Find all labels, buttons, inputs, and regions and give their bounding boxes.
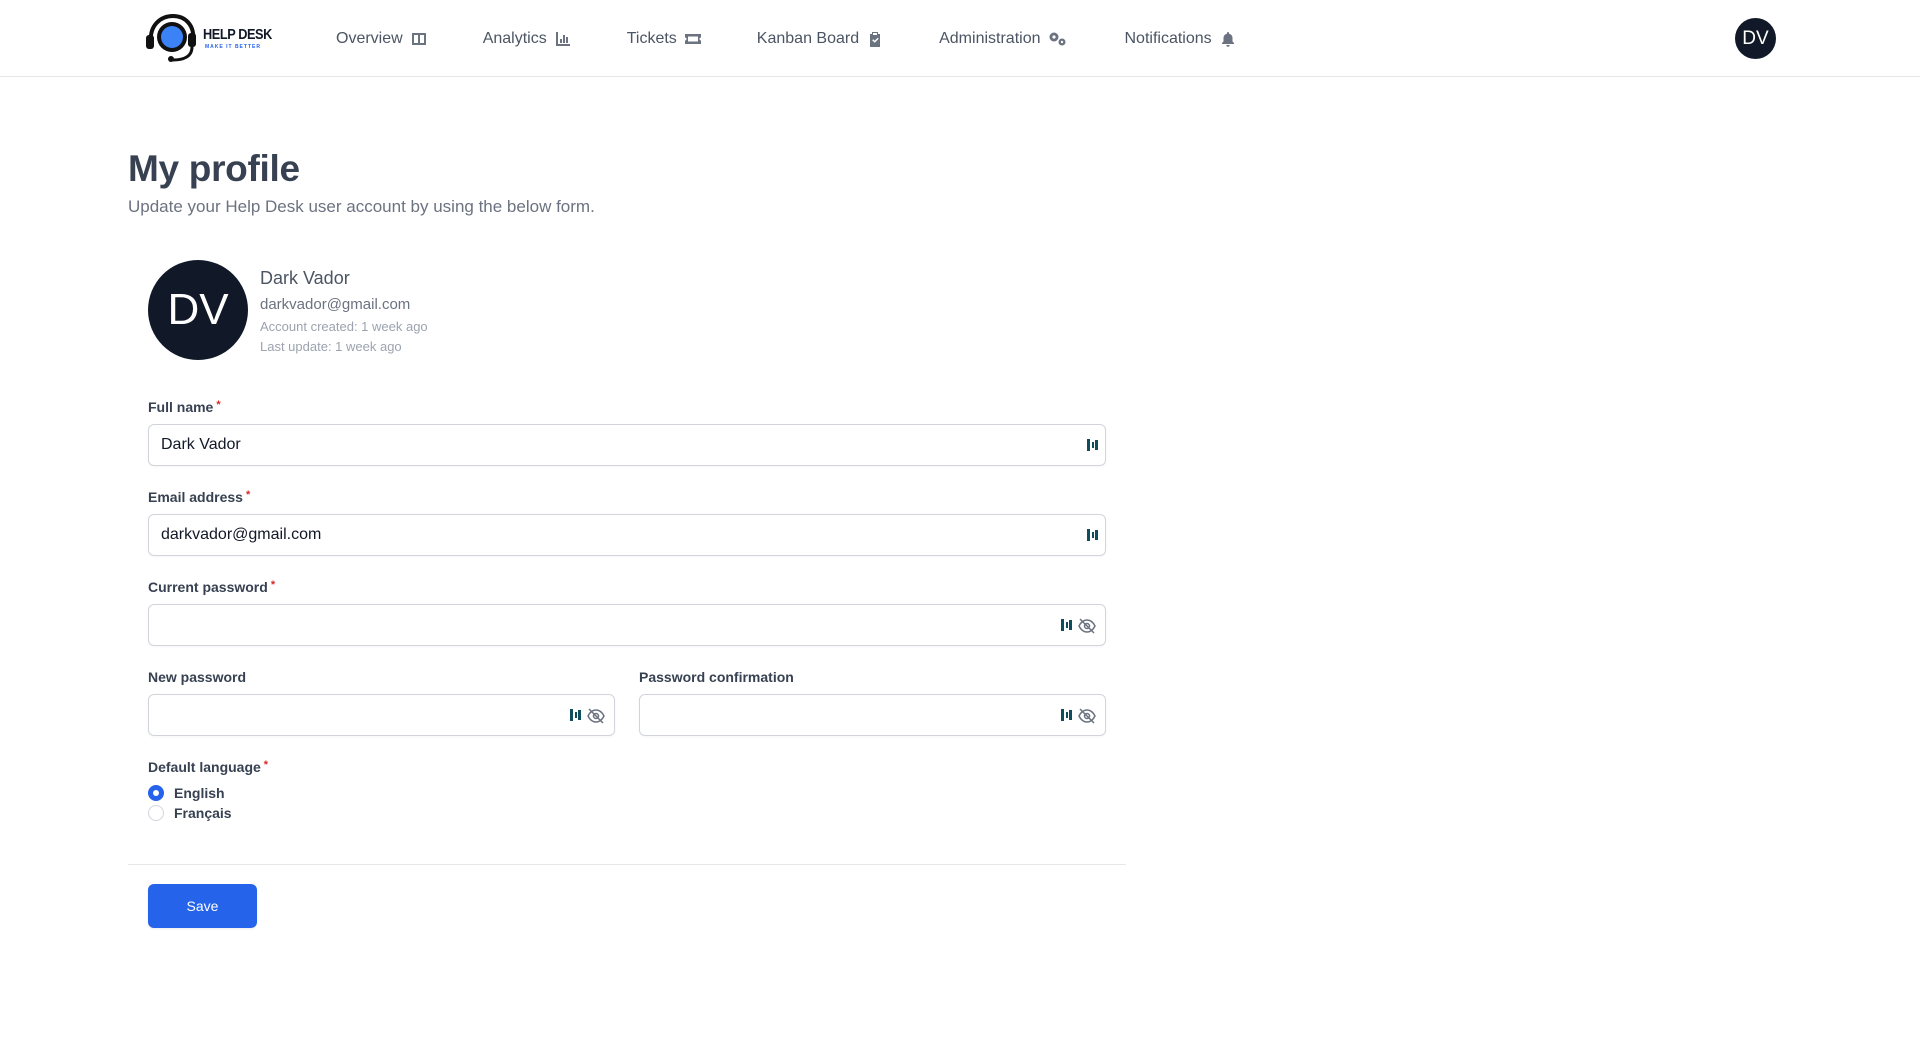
email-label: Email address * (148, 489, 250, 505)
clipboard-check-icon (870, 31, 881, 47)
brand-title: HELP DESK (203, 25, 272, 43)
password-manager-icon[interactable] (1087, 528, 1099, 542)
help-desk-logo[interactable]: HELP DESK MAKE IT BETTER (143, 13, 284, 63)
full-name-label-text: Full name (148, 399, 214, 415)
required-asterisk: * (270, 579, 276, 591)
email-field-wrapper (148, 514, 1106, 556)
nav-item-analytics[interactable]: Analytics (483, 30, 571, 48)
new-password-input[interactable] (149, 695, 614, 735)
top-navbar: HELP DESK MAKE IT BETTER Overview Analyt… (0, 0, 1920, 77)
current-password-label: Current password * (148, 579, 275, 595)
password-confirmation-field-wrapper (639, 694, 1106, 736)
gears-icon (1049, 32, 1066, 45)
eye-slash-icon[interactable] (1077, 706, 1097, 726)
profile-avatar: DV (148, 260, 248, 360)
radio-label-english: English (174, 785, 225, 801)
email-label-text: Email address (148, 489, 243, 505)
profile-name: Dark Vador (260, 268, 350, 288)
current-password-label-text: Current password (148, 579, 268, 595)
nav-item-label: Notifications (1124, 29, 1212, 47)
profile-email: darkvador@gmail.com (260, 296, 411, 313)
new-password-field-wrapper (148, 694, 615, 736)
page-title: My profile (128, 148, 300, 189)
eye-slash-icon[interactable] (1077, 616, 1097, 636)
required-asterisk: * (263, 759, 269, 771)
nav-item-label: Kanban Board (756, 29, 860, 47)
user-avatar-menu[interactable]: DV (1735, 18, 1776, 59)
required-asterisk: * (216, 399, 221, 411)
profile-updated-date: Last update: 1 week ago (260, 339, 402, 354)
password-confirmation-label: Password confirmation (639, 669, 794, 685)
required-asterisk: * (245, 489, 251, 501)
nav-item-kanban-board[interactable]: Kanban Board (757, 30, 883, 48)
nav-item-overview[interactable]: Overview (336, 30, 427, 48)
language-option-francais[interactable]: Français (148, 805, 232, 821)
layout-columns-icon (411, 32, 426, 45)
radio-english[interactable] (148, 785, 164, 801)
password-manager-icon[interactable] (570, 708, 582, 722)
nav-item-notifications[interactable]: Notifications (1124, 30, 1235, 48)
nav-item-label: Administration (939, 29, 1041, 47)
nav-item-label: Overview (336, 29, 403, 47)
default-language-label-text: Default language (148, 759, 261, 775)
language-option-english[interactable]: English (148, 785, 225, 801)
headset-logo-icon (146, 13, 196, 62)
brand-tagline: MAKE IT BETTER (205, 43, 261, 50)
password-manager-icon[interactable] (1061, 618, 1073, 632)
profile-created-date: Account created: 1 week ago (260, 319, 428, 334)
page-subtitle: Update your Help Desk user account by us… (128, 197, 595, 216)
radio-francais[interactable] (148, 805, 164, 821)
ticket-icon (684, 33, 701, 44)
form-divider (128, 864, 1126, 865)
full-name-label: Full name * (148, 399, 221, 415)
bell-icon (1221, 31, 1234, 47)
bar-chart-icon (555, 31, 570, 46)
current-password-field-wrapper (148, 604, 1106, 646)
nav-item-label: Tickets (626, 29, 677, 47)
new-password-label-text: New password (148, 669, 247, 685)
full-name-field-wrapper (148, 424, 1106, 466)
nav-item-tickets[interactable]: Tickets (627, 30, 701, 48)
nav-item-label: Analytics (482, 29, 547, 47)
email-input[interactable] (149, 515, 1105, 555)
new-password-label: New password (148, 669, 246, 685)
password-confirmation-label-text: Password confirmation (639, 669, 794, 685)
password-confirmation-input[interactable] (640, 695, 1105, 735)
nav-item-administration[interactable]: Administration (939, 30, 1068, 48)
full-name-input[interactable] (149, 425, 1105, 465)
current-password-input[interactable] (149, 605, 1105, 645)
password-manager-icon[interactable] (1087, 438, 1099, 452)
radio-label-francais: Français (174, 805, 232, 821)
default-language-label: Default language * (148, 759, 268, 775)
eye-slash-icon[interactable] (586, 706, 606, 726)
password-manager-icon[interactable] (1061, 708, 1073, 722)
main-nav: Overview Analytics Tickets Kanban Board … (336, 0, 1236, 77)
save-button[interactable]: Save (148, 884, 257, 928)
